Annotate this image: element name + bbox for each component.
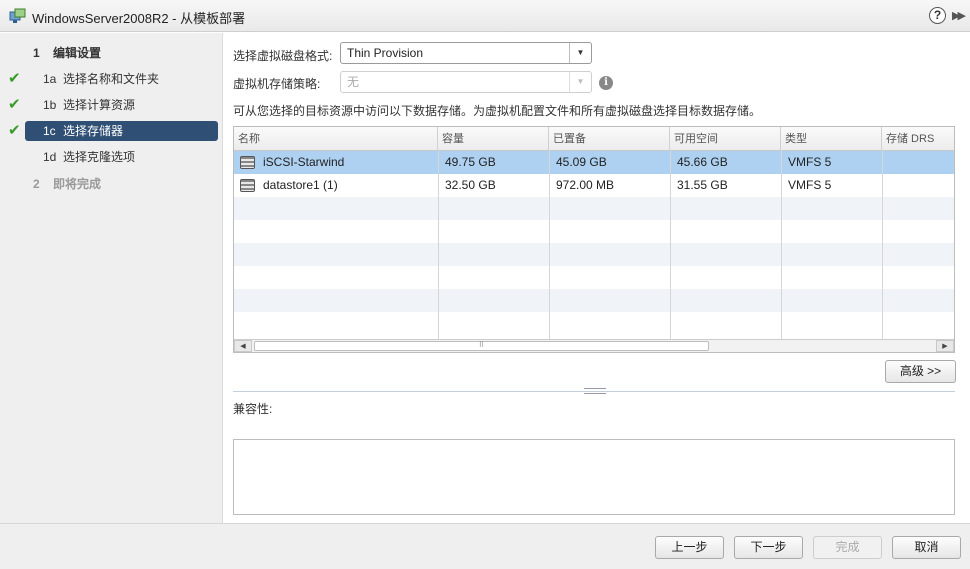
compatibility-label: 兼容性:	[233, 402, 273, 416]
horizontal-scrollbar[interactable]: ◀ ⠿ ▶	[234, 339, 954, 352]
empty-row	[234, 312, 954, 335]
empty-row	[234, 197, 954, 220]
storage-policy-label: 虚拟机存储策略:	[233, 77, 321, 91]
advanced-button[interactable]: 高级 >>	[885, 360, 956, 383]
disk-format-label: 选择虚拟磁盘格式:	[233, 49, 333, 63]
column-header-provisioned[interactable]: 已置备	[549, 127, 670, 151]
cell-storage-drs	[882, 174, 954, 197]
disk-format-select[interactable]: Thin Provision ▼	[340, 42, 592, 64]
table-row[interactable]: iSCSI-Starwind 49.75 GB 45.09 GB 45.66 G…	[234, 151, 954, 174]
column-header-type[interactable]: 类型	[781, 127, 882, 151]
column-divider	[549, 151, 550, 339]
splitter-handle[interactable]	[584, 388, 606, 394]
cell-capacity: 32.50 GB	[445, 178, 496, 192]
cell-type: VMFS 5	[788, 155, 832, 169]
back-button[interactable]: 上一步	[655, 536, 724, 559]
main-panel: 选择虚拟磁盘格式: Thin Provision ▼ 虚拟机存储策略: 无 ▼ …	[223, 33, 970, 523]
cell-free-space: 31.55 GB	[677, 178, 728, 192]
empty-row	[234, 243, 954, 266]
step-section-edit-settings: 1 编辑设置	[33, 46, 102, 60]
check-icon: ✔	[8, 70, 21, 87]
cell-type: VMFS 5	[788, 178, 832, 192]
dropdown-arrow-icon: ▼	[569, 43, 591, 63]
expand-icon[interactable]: ▶▶	[952, 9, 966, 22]
dropdown-arrow-icon: ▼	[569, 72, 591, 92]
cell-free-space: 45.66 GB	[677, 155, 728, 169]
step-section-label: 编辑设置	[53, 46, 102, 60]
column-header-storage-drs[interactable]: 存储 DRS	[882, 127, 954, 151]
datastore-grid: 名称 容量 已置备 可用空间 类型 存储 DRS iSCSI-Starwind …	[233, 126, 955, 353]
step-label: 选择名称和文件夹	[63, 72, 160, 86]
datastore-icon	[240, 179, 255, 192]
scroll-left-icon[interactable]: ◀	[234, 340, 252, 352]
column-divider	[438, 151, 439, 339]
vm-template-icon	[9, 8, 26, 23]
window-title: WindowsServer2008R2 - 从模板部署	[32, 11, 246, 26]
empty-row	[234, 289, 954, 312]
step-label: 选择计算资源	[63, 98, 136, 112]
column-divider	[670, 151, 671, 339]
cancel-button[interactable]: 取消	[892, 536, 961, 559]
next-button[interactable]: 下一步	[734, 536, 803, 559]
column-header-name[interactable]: 名称	[234, 127, 438, 151]
column-divider	[882, 151, 883, 339]
empty-row	[234, 220, 954, 243]
step-1c-select-storage[interactable]: 1c 选择存储器	[25, 121, 218, 141]
column-header-free-space[interactable]: 可用空间	[670, 127, 781, 151]
step-label: 选择存储器	[63, 124, 124, 138]
column-divider	[781, 151, 782, 339]
grid-header: 名称 容量 已置备 可用空间 类型 存储 DRS	[234, 127, 954, 151]
datastore-icon	[240, 156, 255, 169]
step-section-ready-to-complete: 2 即将完成	[33, 177, 102, 191]
column-header-capacity[interactable]: 容量	[438, 127, 549, 151]
step-section-label: 即将完成	[53, 177, 102, 191]
wizard-steps-sidebar: 1 编辑设置 ✔ 1a 选择名称和文件夹 ✔ 1b 选择计算资源 ✔ 1c 选择存储器 …	[0, 33, 223, 569]
wizard-footer: 上一步 下一步 完成 取消	[0, 523, 970, 569]
storage-policy-select: 无 ▼	[340, 71, 592, 93]
cell-capacity: 49.75 GB	[445, 155, 496, 169]
scroll-thumb[interactable]: ⠿	[254, 341, 709, 351]
cell-provisioned: 45.09 GB	[556, 155, 607, 169]
check-icon: ✔	[8, 96, 21, 113]
disk-format-value: Thin Provision	[347, 46, 424, 60]
scroll-right-icon[interactable]: ▶	[936, 340, 954, 352]
finish-button: 完成	[813, 536, 882, 559]
step-1a-select-name-folder[interactable]: 1a 选择名称和文件夹	[43, 69, 159, 89]
info-icon[interactable]: i	[599, 76, 613, 90]
table-row[interactable]: datastore1 (1) 32.50 GB 972.00 MB 31.55 …	[234, 174, 954, 197]
compatibility-panel	[233, 439, 955, 515]
cell-provisioned: 972.00 MB	[556, 178, 615, 192]
datastore-description: 可从您选择的目标资源中访问以下数据存储。为虚拟机配置文件和所有虚拟磁盘选择目标数…	[233, 104, 762, 118]
step-1b-select-compute-resource[interactable]: 1b 选择计算资源	[43, 95, 135, 115]
check-icon: ✔	[8, 122, 21, 139]
step-1d-select-clone-options[interactable]: 1d 选择克隆选项	[43, 147, 135, 167]
step-label: 选择克隆选项	[63, 150, 136, 164]
cell-name: iSCSI-Starwind	[263, 155, 345, 169]
cell-storage-drs	[882, 151, 954, 174]
storage-policy-value: 无	[347, 75, 360, 89]
help-button[interactable]: ?	[929, 7, 946, 24]
title-bar: WindowsServer2008R2 - 从模板部署 ? ▶▶	[0, 0, 970, 32]
empty-row	[234, 266, 954, 289]
cell-name: datastore1 (1)	[263, 178, 338, 192]
